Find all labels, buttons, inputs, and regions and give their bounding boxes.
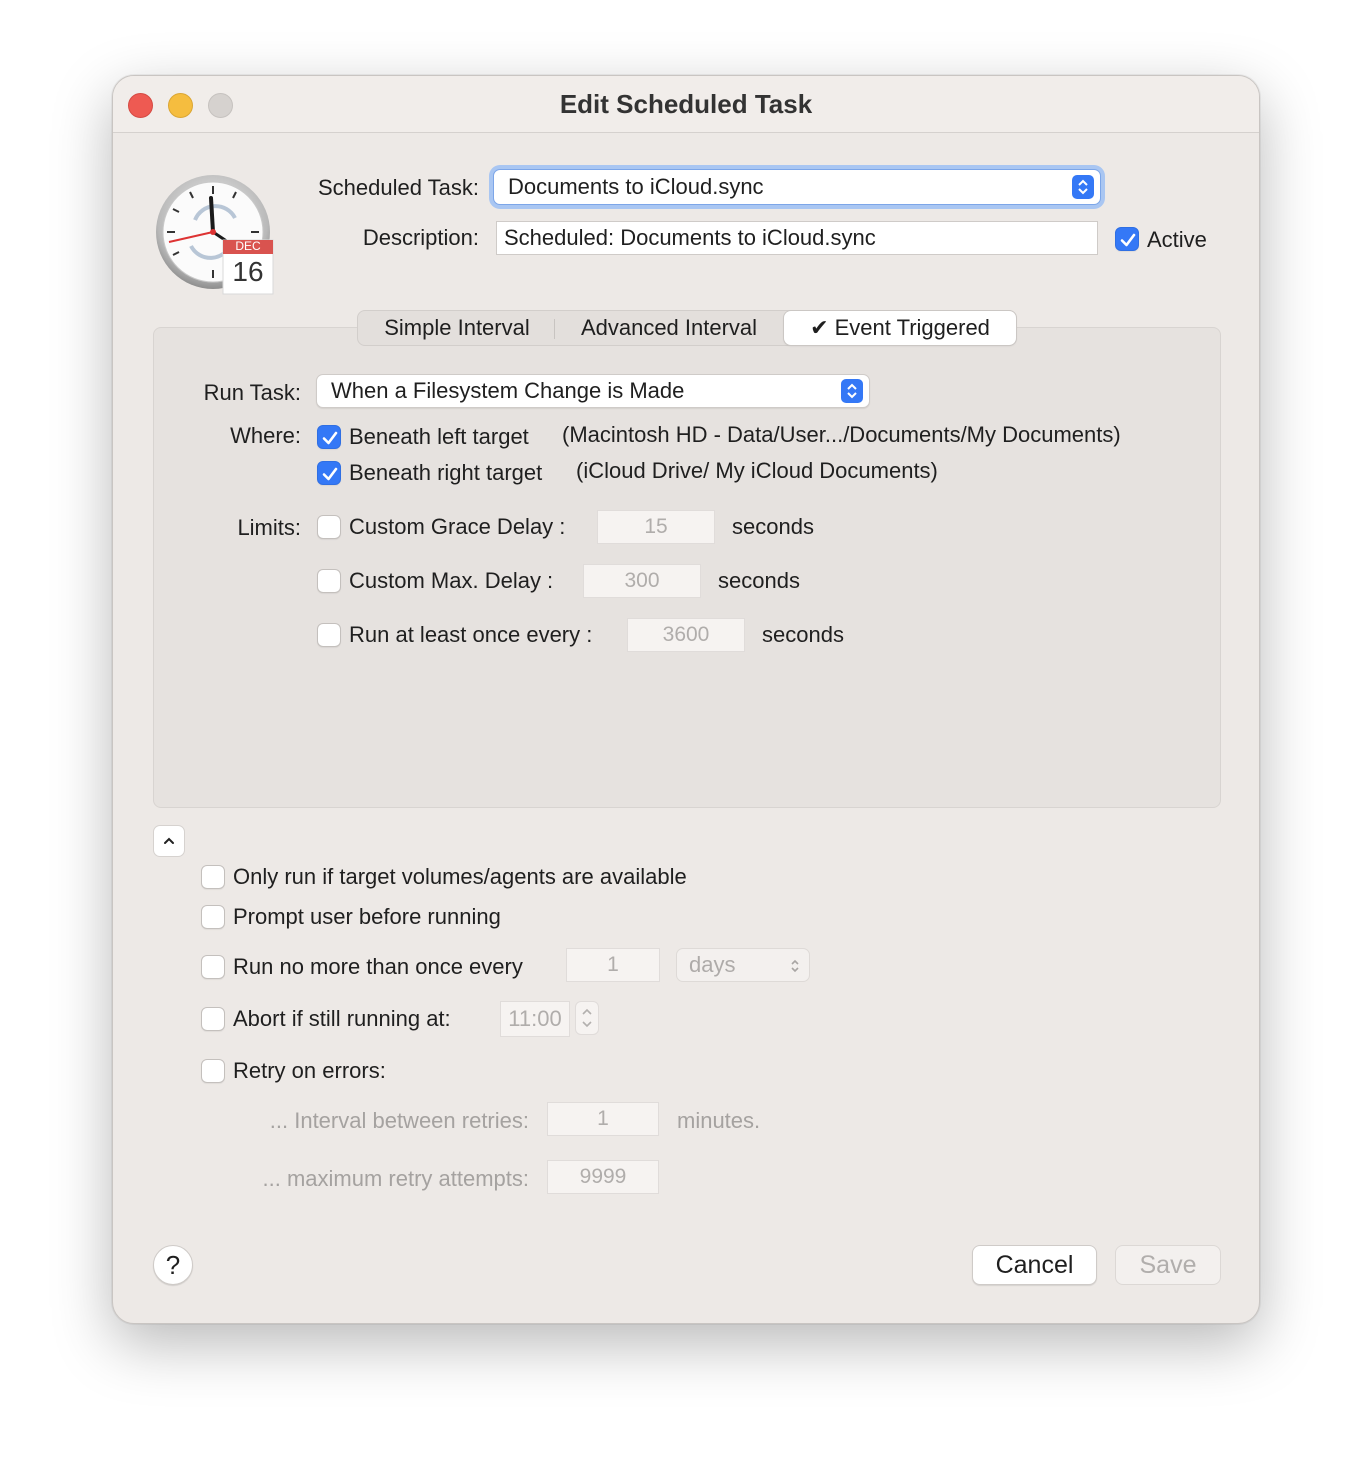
prompt-user-label: Prompt user before running <box>233 904 501 929</box>
retry-interval-field[interactable]: 1 <box>547 1102 659 1136</box>
left-target-label: Beneath left target <box>349 424 529 449</box>
updown-chevron-icon <box>791 959 799 973</box>
max-retry-field[interactable]: 9999 <box>547 1160 659 1194</box>
grace-delay-checkbox[interactable] <box>317 515 341 539</box>
chevron-up-icon <box>164 837 174 844</box>
max-retry-label: ... maximum retry attempts: <box>262 1166 530 1191</box>
retry-checkbox[interactable] <box>201 1059 225 1083</box>
run-no-more-unit-select[interactable]: days <box>676 948 810 982</box>
popup-stepper-icon <box>841 379 863 403</box>
left-target-checkbox[interactable] <box>317 425 341 449</box>
grace-delay-field[interactable]: 15 <box>597 510 715 544</box>
popup-stepper-icon <box>1072 175 1094 199</box>
description-field[interactable]: Scheduled: Documents to iCloud.sync <box>496 221 1098 255</box>
interval-tabs: Simple Interval Advanced Interval ✔ Even… <box>357 310 1017 346</box>
abort-label: Abort if still running at: <box>233 1006 451 1031</box>
only-run-label: Only run if target volumes/agents are av… <box>233 864 687 889</box>
max-delay-field[interactable]: 300 <box>583 564 701 598</box>
run-no-more-checkbox[interactable] <box>201 955 225 979</box>
window-title: Edit Scheduled Task <box>559 89 813 119</box>
run-no-more-field[interactable]: 1 <box>566 948 660 982</box>
limits-label: Limits: <box>237 515 301 540</box>
retry-label: Retry on errors: <box>233 1058 386 1083</box>
prompt-user-checkbox[interactable] <box>201 905 225 929</box>
run-once-field[interactable]: 3600 <box>627 618 745 652</box>
tab-event-triggered[interactable]: ✔ Event Triggered <box>784 311 1016 345</box>
right-target-checkbox[interactable] <box>317 461 341 485</box>
left-target-path: (Macintosh HD - Data/User.../Documents/M… <box>562 422 1121 447</box>
active-label: Active <box>1147 227 1207 252</box>
cancel-button[interactable]: Cancel <box>972 1245 1097 1285</box>
run-task-value: When a Filesystem Change is Made <box>331 378 685 403</box>
collapse-options-button[interactable] <box>153 825 185 857</box>
calendar-month: DEC <box>235 239 261 253</box>
where-label: Where: <box>230 423 301 448</box>
right-target-path: (iCloud Drive/ My iCloud Documents) <box>576 458 938 483</box>
scheduled-task-clock-icon: DEC 16 <box>155 174 275 296</box>
run-no-more-label: Run no more than once every <box>233 954 523 979</box>
description-label: Description: <box>362 225 479 250</box>
title-bar: Edit Scheduled Task <box>113 76 1259 133</box>
help-button[interactable]: ? <box>153 1245 193 1285</box>
description-value: Scheduled: Documents to iCloud.sync <box>504 225 876 250</box>
scheduled-task-label: Scheduled Task: <box>317 175 479 200</box>
tab-divider <box>554 319 555 339</box>
tab-simple-interval[interactable]: Simple Interval <box>358 311 556 345</box>
save-button[interactable]: Save <box>1115 1245 1221 1285</box>
calendar-day: 16 <box>232 256 264 287</box>
run-task-label: Run Task: <box>203 380 301 405</box>
abort-time-stepper[interactable] <box>575 1001 599 1035</box>
retry-interval-label: ... Interval between retries: <box>269 1108 529 1133</box>
tab-advanced-interval[interactable]: Advanced Interval <box>556 311 782 345</box>
grace-seconds-label: seconds <box>732 514 814 539</box>
abort-time-field[interactable]: 11:00 <box>500 1001 570 1037</box>
retry-interval-unit: minutes. <box>677 1108 761 1133</box>
right-target-label: Beneath right target <box>349 460 543 485</box>
active-checkbox[interactable] <box>1115 227 1139 251</box>
max-delay-checkbox[interactable] <box>317 569 341 593</box>
max-delay-label: Custom Max. Delay : <box>349 568 554 593</box>
grace-delay-label: Custom Grace Delay : <box>349 514 566 539</box>
run-once-checkbox[interactable] <box>317 623 341 647</box>
question-mark-icon: ? <box>165 1249 181 1280</box>
run-task-popup[interactable]: When a Filesystem Change is Made <box>316 374 870 408</box>
scheduled-task-value: Documents to iCloud.sync <box>508 174 764 199</box>
edit-scheduled-task-window: Edit Scheduled Task DEC 16 Scheduled Tas… <box>112 75 1260 1324</box>
only-run-checkbox[interactable] <box>201 865 225 889</box>
scheduled-task-popup[interactable]: Documents to iCloud.sync <box>493 169 1101 205</box>
stepper-arrows-icon <box>582 1008 592 1028</box>
run-once-label: Run at least once every : <box>349 622 593 647</box>
max-seconds-label: seconds <box>718 568 800 593</box>
once-seconds-label: seconds <box>762 622 844 647</box>
abort-checkbox[interactable] <box>201 1007 225 1031</box>
